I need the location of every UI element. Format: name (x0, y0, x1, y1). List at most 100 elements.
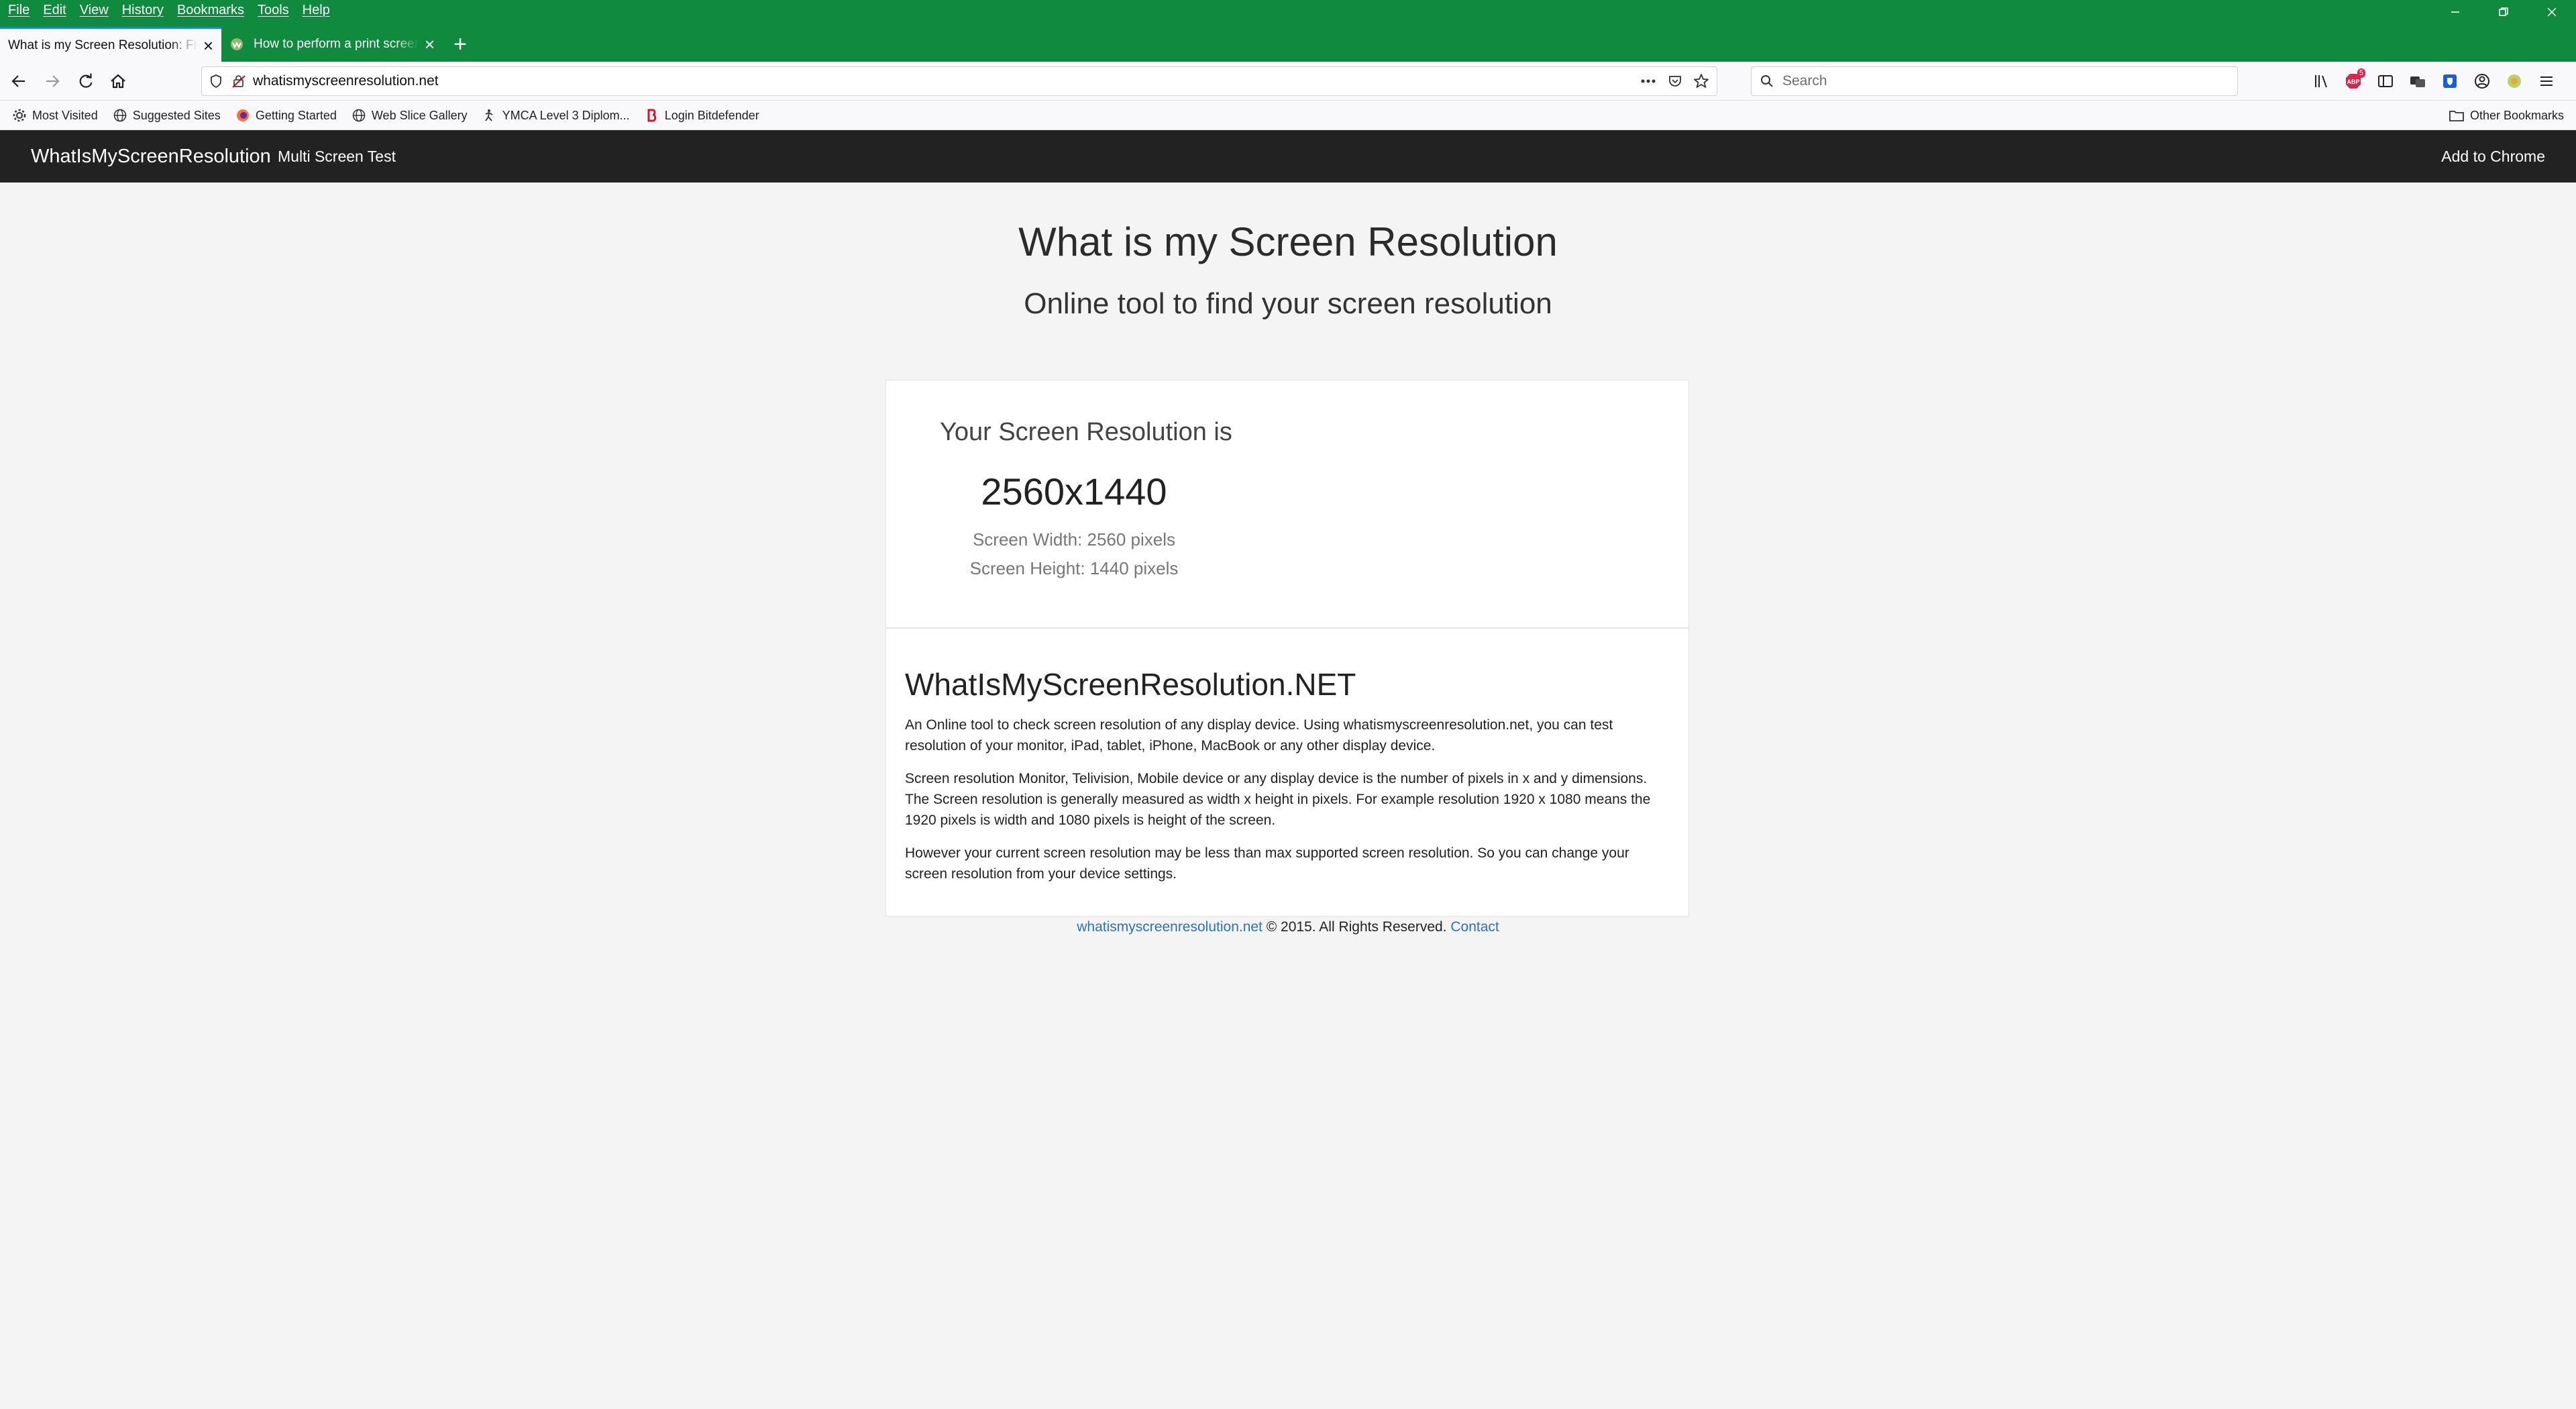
extension-icon (2410, 76, 2425, 87)
sidebar-icon (2378, 75, 2393, 87)
search-input[interactable] (1781, 72, 2186, 90)
bookmark-most-visited[interactable]: Most Visited (12, 108, 98, 123)
home-button[interactable] (105, 68, 131, 95)
close-icon (2547, 7, 2557, 17)
page-actions-icon[interactable] (1639, 74, 1658, 89)
forward-button[interactable] (39, 68, 66, 95)
url-actions (1639, 67, 1710, 95)
adblock-badge: 5 (2357, 68, 2365, 78)
wikihow-favicon-icon (231, 38, 243, 50)
bookmark-label: Login Bitdefender (664, 108, 759, 122)
folder-icon (2449, 111, 2464, 121)
about-paragraph: Screen resolution Monitor, Telivision, M… (905, 771, 1651, 828)
about-paragraph: However your current screen resolution m… (905, 845, 1629, 882)
page-title: What is my Screen Resolution (1018, 219, 1558, 264)
bitdefender-icon (647, 109, 656, 122)
restore-button[interactable] (2479, 0, 2528, 24)
window-controls (2431, 0, 2576, 24)
menu-file[interactable]: File (4, 3, 39, 18)
back-button[interactable] (5, 68, 32, 95)
menu-help[interactable]: Help (299, 3, 339, 18)
reload-button[interactable] (72, 68, 99, 95)
footer-contact-link[interactable]: Contact (1450, 919, 1499, 935)
green-extension-button[interactable] (2501, 68, 2528, 95)
bookmark-suggested-sites[interactable]: Suggested Sites (113, 108, 221, 123)
menu-bookmarks[interactable]: Bookmarks (173, 3, 254, 18)
menu-icon (2540, 76, 2553, 86)
insecure-lock-icon[interactable] (231, 74, 246, 89)
main-menu-button[interactable] (2533, 68, 2560, 95)
bookmark-label: Most Visited (32, 108, 98, 122)
site-brand-link[interactable]: WhatIsMyScreenResolution (31, 130, 271, 182)
figure-icon (484, 109, 493, 121)
url-text[interactable]: whatismyscreenresolution.net (253, 73, 439, 89)
globe-icon (113, 109, 127, 122)
bitwarden-button[interactable] (2436, 68, 2463, 95)
tab-print-screen[interactable]: How to perform a print screen × (221, 27, 443, 62)
tab-close-icon[interactable]: × (203, 37, 213, 54)
bookmarks-toolbar: Most Visited Suggested Sites Getting Sta… (0, 101, 2576, 130)
shield-icon[interactable] (209, 74, 223, 89)
close-window-button[interactable] (2528, 0, 2576, 24)
tab-strip: What is my Screen Resolution: Find × How… (0, 27, 478, 62)
page-footer: whatismyscreenresolution.net © 2015. All… (0, 919, 2576, 935)
site-navbar: WhatIsMyScreenResolution Multi Screen Te… (0, 130, 2576, 182)
about-body: An Online tool to check screen resolutio… (905, 715, 1663, 896)
adblock-button[interactable]: ABP 5 (2340, 68, 2367, 95)
restore-icon (2499, 7, 2508, 16)
extension-button[interactable] (2404, 68, 2431, 95)
firefox-icon (236, 109, 249, 121)
address-bar[interactable]: whatismyscreenresolution.net (201, 66, 1717, 96)
globe-icon (352, 109, 366, 122)
search-bar[interactable] (1751, 66, 2238, 96)
resolution-box: Your Screen Resolution is 2560x1440 Scre… (940, 418, 1232, 579)
bookmark-login-bitdefender[interactable]: Login Bitdefender (645, 108, 759, 123)
plus-icon: + (453, 31, 467, 57)
footer-copyright: © 2015. All Rights Reserved. (1262, 919, 1451, 935)
screen-width-line: Screen Width: 2560 pixels (972, 529, 1176, 550)
reload-icon (79, 73, 93, 88)
menu-edit[interactable]: Edit (39, 3, 75, 18)
menu-bar: File Edit View History Bookmarks Tools H… (4, 0, 339, 20)
minimize-icon (2451, 11, 2459, 13)
bookmark-star-icon[interactable] (1693, 72, 1710, 90)
bookmark-label: Suggested Sites (132, 108, 221, 122)
tab-screen-resolution[interactable]: What is my Screen Resolution: Find × (0, 27, 221, 62)
about-paragraph: An Online tool to check screen resolutio… (905, 717, 1613, 753)
tab-close-icon[interactable]: × (425, 36, 435, 53)
library-button[interactable] (2308, 68, 2334, 95)
new-tab-button[interactable]: + (443, 27, 478, 62)
tab-title: What is my Screen Resolution: Find (8, 38, 198, 52)
pocket-icon[interactable] (1667, 73, 1683, 89)
account-icon (2475, 74, 2489, 89)
footer-site-link[interactable]: whatismyscreenresolution.net (1077, 919, 1263, 935)
forward-arrow-icon (46, 75, 60, 87)
multi-screen-test-link[interactable]: Multi Screen Test (278, 130, 396, 182)
sidebar-button[interactable] (2372, 68, 2399, 95)
menu-history[interactable]: History (118, 3, 173, 18)
tab-title: How to perform a print screen (254, 37, 419, 51)
bookmark-web-slice-gallery[interactable]: Web Slice Gallery (352, 108, 468, 123)
bitwarden-icon (2443, 74, 2457, 88)
extension-green-icon (2508, 74, 2521, 88)
about-card: WhatIsMyScreenResolution.NET An Online t… (885, 628, 1689, 917)
browser-titlebar: File Edit View History Bookmarks Tools H… (0, 0, 2576, 62)
search-icon (1761, 75, 1773, 87)
menu-view[interactable]: View (76, 3, 118, 18)
svg-text:ABP: ABP (2347, 79, 2359, 85)
library-icon (2315, 75, 2327, 88)
bookmark-getting-started[interactable]: Getting Started (235, 108, 337, 123)
other-bookmarks[interactable]: Other Bookmarks (2449, 101, 2564, 130)
resolution-value: 2560x1440 (981, 470, 1167, 513)
add-to-chrome-link[interactable]: Add to Chrome (2441, 130, 2545, 182)
minimize-button[interactable] (2431, 0, 2479, 24)
account-button[interactable] (2469, 68, 2496, 95)
bookmark-ymca-level-3[interactable]: YMCA Level 3 Diplom... (482, 108, 630, 123)
menu-tools[interactable]: Tools (254, 3, 299, 18)
about-title: WhatIsMyScreenResolution.NET (905, 667, 1356, 702)
page-subtitle: Online tool to find your screen resoluti… (1024, 287, 1552, 320)
resolution-card: Your Screen Resolution is 2560x1440 Scre… (885, 380, 1689, 628)
gear-icon (13, 109, 26, 122)
navigation-toolbar: whatismyscreenresolution.net ABP 5 (0, 62, 2576, 101)
bookmark-label: Getting Started (255, 108, 337, 122)
